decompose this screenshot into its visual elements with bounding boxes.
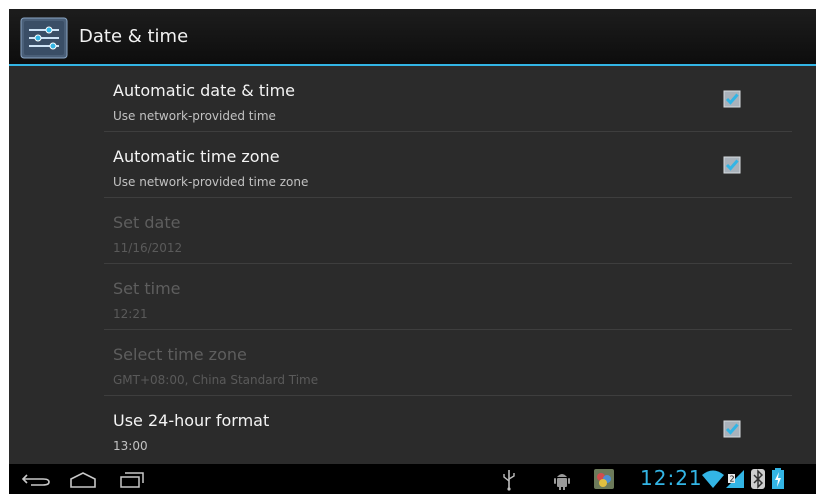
setting-set-date: Set date 11/16/2012 <box>9 198 816 264</box>
checkbox-checked-icon[interactable] <box>723 156 741 174</box>
app-notification-icon <box>594 469 614 489</box>
recents-icon[interactable] <box>119 472 145 488</box>
android-screen: Date & time Automatic date & time Use ne… <box>9 9 816 494</box>
page-title: Date & time <box>79 26 189 47</box>
svg-text:2: 2 <box>730 475 735 484</box>
setting-use-24-hour-format[interactable]: Use 24-hour format 13:00 <box>9 396 816 462</box>
setting-automatic-time-zone[interactable]: Automatic time zone Use network-provided… <box>9 132 816 198</box>
setting-summary: 11/16/2012 <box>113 241 183 255</box>
setting-summary: 13:00 <box>113 439 148 453</box>
system-bar: 12:21 2 <box>9 464 816 494</box>
back-icon[interactable] <box>21 473 51 487</box>
setting-summary: GMT+08:00, China Standard Time <box>113 373 319 387</box>
bluetooth-icon <box>751 469 765 489</box>
wifi-icon <box>702 470 724 488</box>
home-icon[interactable] <box>69 472 97 488</box>
status-clock: 12:21 <box>640 466 703 490</box>
setting-title: Set date <box>113 213 181 232</box>
checkbox-checked-icon[interactable] <box>723 90 741 108</box>
setting-select-time-zone: Select time zone GMT+08:00, China Standa… <box>9 330 816 396</box>
setting-automatic-date-time[interactable]: Automatic date & time Use network-provid… <box>9 66 816 132</box>
action-bar: Date & time <box>9 9 816 64</box>
android-debug-icon <box>554 474 570 490</box>
setting-title: Set time <box>113 279 181 298</box>
usb-icon <box>503 470 515 491</box>
setting-set-time: Set time 12:21 <box>9 264 816 330</box>
signal-icon: 2 <box>726 470 744 488</box>
setting-summary: Use network-provided time zone <box>113 175 309 189</box>
settings-sliders-icon[interactable] <box>20 17 68 59</box>
battery-charging-icon <box>772 468 784 489</box>
setting-summary: Use network-provided time <box>113 109 276 123</box>
setting-title: Use 24-hour format <box>113 411 270 430</box>
settings-list: Automatic date & time Use network-provid… <box>9 66 816 464</box>
setting-title: Automatic time zone <box>113 147 280 166</box>
setting-title: Select time zone <box>113 345 247 364</box>
setting-summary: 12:21 <box>113 307 148 321</box>
checkbox-checked-icon[interactable] <box>723 420 741 438</box>
setting-title: Automatic date & time <box>113 81 296 100</box>
